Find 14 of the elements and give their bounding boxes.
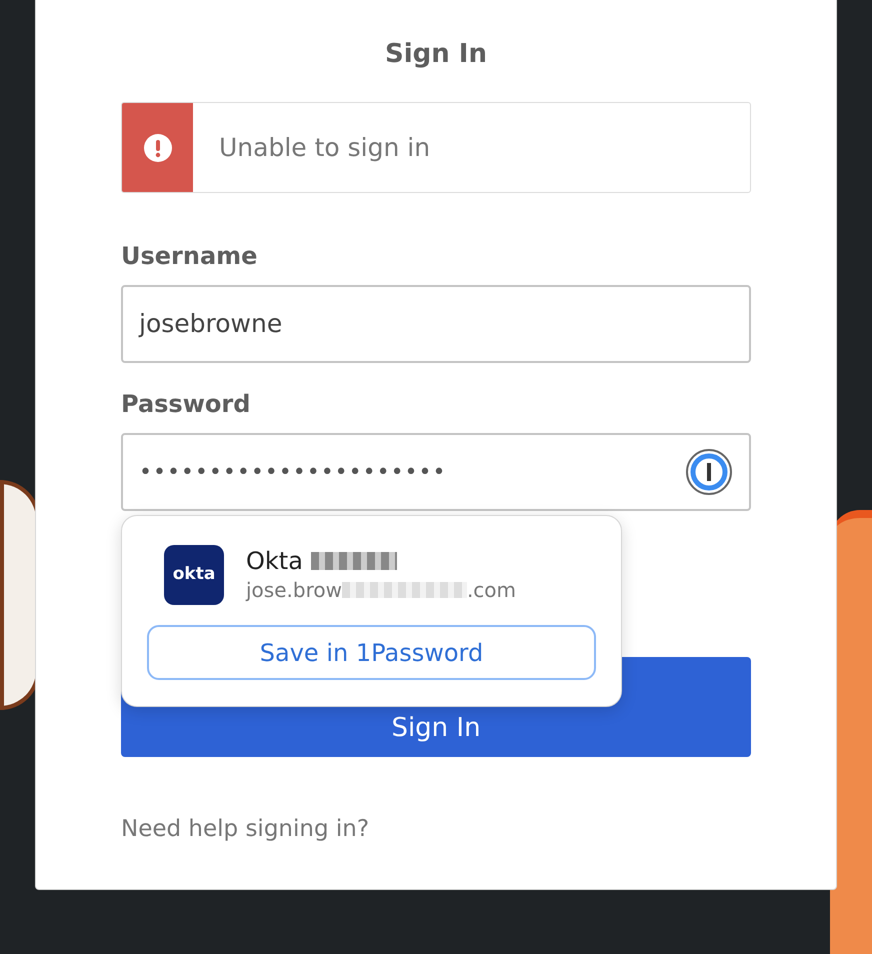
- account-name: Okta: [246, 546, 303, 576]
- error-message: Unable to sign in: [219, 132, 430, 164]
- alert-icon: [144, 134, 172, 162]
- save-button[interactable]: Save in 1Password: [147, 625, 596, 680]
- app-logo: okta: [164, 545, 224, 605]
- password-manager-icon[interactable]: [685, 448, 733, 496]
- field-label: Password: [121, 389, 252, 419]
- field-label: Username: [121, 241, 258, 271]
- account-email: .com: [466, 577, 516, 604]
- help-link[interactable]: Need help signing in?: [121, 812, 370, 846]
- username-field[interactable]: josebrowne: [121, 285, 751, 363]
- password-field[interactable]: ••••••••••••••••••••••: [121, 433, 751, 511]
- account-email: jose.brow: [246, 577, 342, 604]
- form-title: Sign In: [384, 38, 488, 71]
